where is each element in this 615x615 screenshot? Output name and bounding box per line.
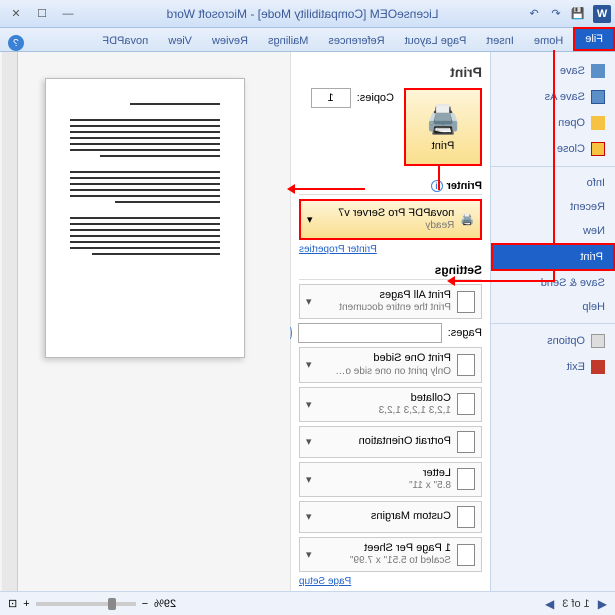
pages-input[interactable] xyxy=(298,323,442,343)
print-preview-pane xyxy=(0,52,290,592)
sheet-icon xyxy=(457,544,475,566)
info-icon[interactable]: i xyxy=(431,180,443,192)
settings-section-header: Settings xyxy=(299,263,482,280)
sidebar-save-as[interactable]: Save As xyxy=(491,84,615,110)
maximize-icon[interactable]: ☐ xyxy=(30,5,54,23)
paper-icon xyxy=(457,468,475,490)
opt-collate[interactable]: Collated1,2,3 1,2,3 1,2,3▾ xyxy=(299,387,482,422)
sidebar-close[interactable]: Close xyxy=(491,136,615,162)
word-app-icon: W xyxy=(593,5,611,23)
quick-access-toolbar: 💾 ↶ ↷ xyxy=(525,5,587,23)
printer-section-header: Printeri xyxy=(299,180,482,195)
sidebar-recent[interactable]: Recent xyxy=(491,195,615,219)
close-icon xyxy=(591,142,605,156)
sidebar-print[interactable]: Print xyxy=(491,243,615,271)
opt-margins[interactable]: Custom Margins▾ xyxy=(299,501,482,533)
prev-page-icon[interactable]: ◀ xyxy=(598,597,607,611)
printer-icon: 🖨️ xyxy=(426,103,461,136)
redo-icon[interactable]: ↷ xyxy=(525,5,543,23)
vertical-scrollbar[interactable] xyxy=(2,52,18,592)
tab-references[interactable]: References xyxy=(318,31,394,51)
zoom-out-icon[interactable]: − xyxy=(142,598,148,610)
sidebar-open[interactable]: Open xyxy=(491,110,615,136)
tab-view[interactable]: View xyxy=(158,31,202,51)
sidebar-help[interactable]: Help xyxy=(491,295,615,319)
help-icon[interactable]: ? xyxy=(8,35,24,51)
margins-icon xyxy=(457,506,475,528)
chevron-down-icon: ▾ xyxy=(306,435,312,448)
opt-pages-per-sheet[interactable]: 1 Page Per SheetScaled to 5.51" x 7.99"▾ xyxy=(299,537,482,572)
sidebar-info[interactable]: Info xyxy=(491,166,615,195)
opt-sides[interactable]: Print One SidedOnly print on one side o…… xyxy=(299,347,482,382)
sidebar-save-send[interactable]: Save & Send xyxy=(491,271,615,295)
tab-review[interactable]: Review xyxy=(202,31,258,51)
tab-mailings[interactable]: Mailings xyxy=(258,31,318,51)
save-as-icon xyxy=(591,90,605,104)
page-preview xyxy=(45,78,245,358)
chevron-down-icon: ▾ xyxy=(306,473,312,486)
sidebar-save[interactable]: Save xyxy=(491,58,615,84)
tab-file[interactable]: File xyxy=(573,27,615,51)
chevron-down-icon: ▾ xyxy=(306,295,312,308)
title-bar: W 💾 ↶ ↷ LicenseOEM [Compatibility Mode] … xyxy=(0,0,615,28)
opt-paper-size[interactable]: Letter8.5" x 11"▾ xyxy=(299,462,482,497)
copies-input[interactable] xyxy=(311,88,351,108)
printer-properties-link[interactable]: Printer Properties xyxy=(299,244,482,255)
zoom-in-icon[interactable]: + xyxy=(23,598,29,610)
chevron-down-icon: ▾ xyxy=(307,213,313,226)
page-setup-link[interactable]: Page Setup xyxy=(299,576,482,587)
next-page-icon[interactable]: ▶ xyxy=(545,597,554,611)
minimize-icon[interactable]: — xyxy=(56,5,80,23)
exit-icon xyxy=(591,360,605,374)
copies-label: Copies: xyxy=(357,92,394,104)
tab-insert[interactable]: Insert xyxy=(476,31,524,51)
opt-print-range[interactable]: Print All PagesPrint the entire document… xyxy=(299,284,482,319)
tab-novapdf[interactable]: novaPDF xyxy=(92,31,158,51)
print-settings-panel: Print 🖨️ Print Copies: Printeri 🖨️ novaP… xyxy=(290,52,490,592)
opt-orientation[interactable]: Portrait Orientation▾ xyxy=(299,426,482,458)
collate-icon xyxy=(457,393,475,415)
undo-icon[interactable]: ↶ xyxy=(547,5,565,23)
options-icon xyxy=(591,334,605,348)
document-icon xyxy=(457,291,475,313)
backstage-sidebar: Save Save As Open Close Info Recent New … xyxy=(490,52,615,592)
sidebar-new[interactable]: New xyxy=(491,219,615,243)
sidebar-exit[interactable]: Exit xyxy=(491,354,615,380)
tab-page-layout[interactable]: Page Layout xyxy=(395,31,477,51)
open-icon xyxy=(591,116,605,130)
sidebar-options[interactable]: Options xyxy=(491,323,615,354)
page-icon xyxy=(457,354,475,376)
zoom-slider[interactable] xyxy=(36,602,136,606)
print-title: Print xyxy=(299,64,482,80)
printer-icon: 🖨️ xyxy=(460,213,474,226)
save-icon[interactable]: 💾 xyxy=(569,5,587,23)
print-button[interactable]: 🖨️ Print xyxy=(404,88,482,166)
printer-selector[interactable]: 🖨️ novaPDF Pro Server v7 Ready ▾ xyxy=(299,199,482,240)
window-title: LicenseOEM [Compatibility Mode] - Micros… xyxy=(80,7,525,21)
chevron-down-icon: ▾ xyxy=(306,510,312,523)
tab-home[interactable]: Home xyxy=(524,31,573,51)
status-bar: ◀ 1 of 3 ▶ 29% − + ⊡ xyxy=(0,591,615,615)
chevron-down-icon: ▾ xyxy=(306,548,312,561)
orientation-icon xyxy=(457,431,475,453)
zoom-level[interactable]: 29% xyxy=(154,598,176,610)
chevron-down-icon: ▾ xyxy=(306,358,312,371)
close-window-icon[interactable]: ✕ xyxy=(4,5,28,23)
save-icon xyxy=(591,64,605,78)
pages-label: Pages: xyxy=(448,327,482,339)
fit-page-icon[interactable]: ⊡ xyxy=(8,597,17,610)
ribbon-tabs: File Home Insert Page Layout References … xyxy=(0,28,615,52)
chevron-down-icon: ▾ xyxy=(306,398,312,411)
